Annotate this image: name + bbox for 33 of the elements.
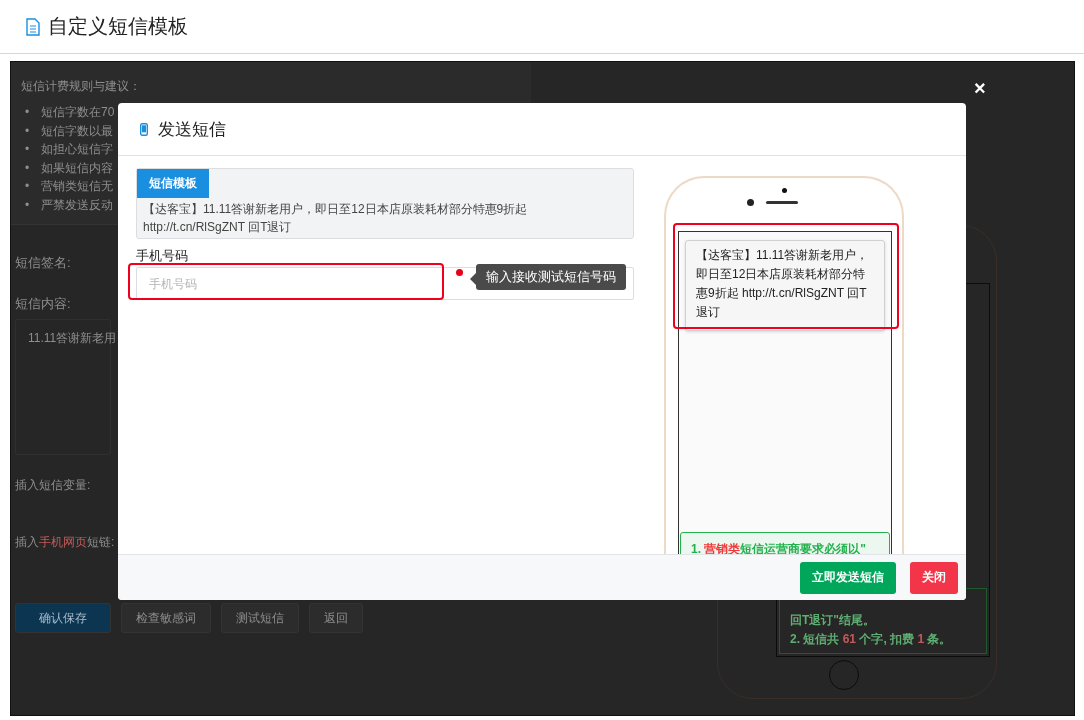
page-button[interactable]: 检查敏感词 (121, 603, 211, 633)
document-icon (26, 17, 40, 36)
template-text: 【达客宝】11.11答谢新老用户，即日至12日本店原装耗材部分特惠9折起 http://t.cn/RlSgZNT 回T退订 (142, 201, 529, 236)
speaker-icon (765, 201, 798, 204)
rule-item: • 如担心短信字 (24, 141, 113, 158)
page-button[interactable]: 确认保存 (15, 603, 111, 633)
close-button[interactable]: × (974, 76, 986, 100)
rule-item: • 短信字数以最 (24, 122, 113, 140)
mobile-phone-icon (140, 122, 148, 136)
rule-item: • 营销类短信无 (24, 178, 113, 195)
message-bubble: 【达客宝】11.11答谢新老用户，即日至12日本店原装耗材部分特惠9折起 http://t.cn/RlSgZNT 回T退订 (685, 240, 885, 331)
content-label: 短信内容: (15, 295, 72, 313)
tooltip: 输入接收测试短信号码 (476, 264, 626, 290)
required-dot-icon (456, 269, 463, 276)
page-title: 自定义短信模板 (48, 14, 188, 39)
rules-title: 短信计费规则与建议： (21, 78, 142, 95)
page-button[interactable]: 返回 (309, 603, 363, 633)
rule-item: • 短信字数在70 (24, 104, 115, 121)
phone-label: 手机号码 (136, 247, 189, 265)
template-tag: 短信模板 (137, 169, 209, 198)
sensor-icon (781, 188, 787, 193)
rule-item: • 如果短信内容 (24, 159, 113, 177)
dialog-button[interactable]: 立即发送短信 (800, 561, 896, 594)
notice-text: 2. 短信共 61 个字, 扣费 1 条。 (790, 631, 953, 648)
dialog-button[interactable]: 关闭 (910, 561, 958, 594)
link-label: 插入手机网页短链: (15, 534, 116, 551)
signature-label: 短信签名: (15, 254, 71, 272)
rule-item: • 严禁发送反动 (24, 196, 113, 214)
page-button[interactable]: 测试短信 (221, 603, 299, 633)
camera-icon (746, 199, 754, 206)
dialog-title: 发送短信 (158, 118, 226, 141)
notice-text: 回T退订"结尾。 (790, 612, 877, 629)
variables-label: 插入短信变量: (15, 477, 92, 494)
